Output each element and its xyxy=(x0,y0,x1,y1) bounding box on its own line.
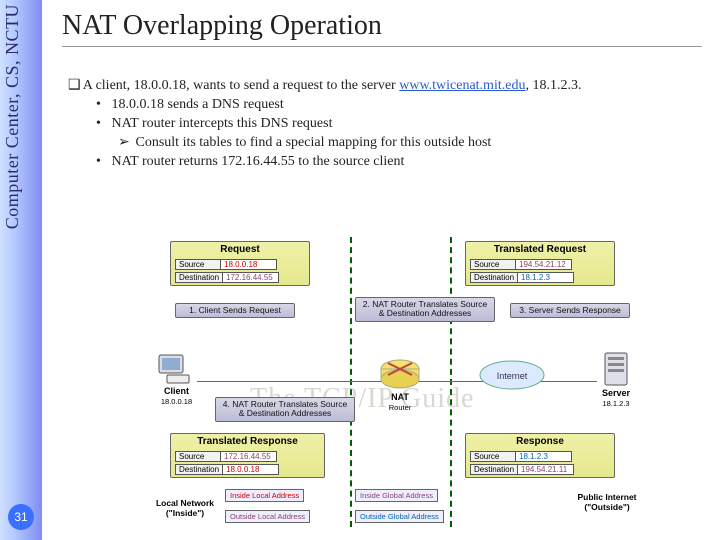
kv-key: Source xyxy=(175,451,221,462)
kv-key: Destination xyxy=(175,272,223,283)
legend-oga: Outside Global Address xyxy=(355,510,444,523)
translated-response-box: Translated Response Source172.16.44.55 D… xyxy=(170,433,325,478)
chevron-bullet-icon: ➢ xyxy=(118,134,132,153)
sidebar-label: Computer Center, CS, NCTU xyxy=(2,4,23,229)
request-box: Request Source18.0.0.18 Destination172.1… xyxy=(170,241,310,286)
client-computer-icon xyxy=(157,353,197,387)
kv-val: 194.54.21.12 xyxy=(516,259,572,270)
bullet-lvl1: ❑ A client, 18.0.0.18, wants to send a r… xyxy=(68,75,702,96)
server-icon xyxy=(601,351,631,389)
response-title: Response xyxy=(466,434,614,449)
bullet-text: 18.0.0.18 sends a DNS request xyxy=(112,97,284,112)
public-internet-label: Public Internet ("Outside") xyxy=(569,493,645,513)
page-number-badge: 31 xyxy=(8,504,34,530)
bullet-text: NAT router returns 172.16.44.55 to the s… xyxy=(112,154,405,169)
kv-val: 172.16.44.55 xyxy=(223,272,279,283)
sidebar: Computer Center, CS, NCTU 31 xyxy=(0,0,42,540)
kv-key: Source xyxy=(175,259,221,270)
bullet-text-post: , 18.1.2.3. xyxy=(525,78,581,93)
kv-val: 18.0.0.18 xyxy=(221,259,277,270)
bullet-lvl2-b: • NAT router intercepts this DNS request xyxy=(96,115,702,134)
local-network-label: Local Network ("Inside") xyxy=(145,499,225,519)
client-label: Client18.0.0.18 xyxy=(149,387,204,407)
svg-text:Internet: Internet xyxy=(497,371,528,381)
kv-val: 18.0.0.18 xyxy=(223,464,279,475)
bullet-lvl2-c: • NAT router returns 172.16.44.55 to the… xyxy=(96,153,702,172)
step-3-label: 3. Server Sends Response xyxy=(510,303,630,318)
step-2-label: 2. NAT Router Translates Source & Destin… xyxy=(355,297,495,322)
internet-cloud-icon: Internet xyxy=(477,357,547,393)
kv-key: Source xyxy=(470,259,516,270)
kv-val: 18.1.2.3 xyxy=(516,451,572,462)
square-bullet-icon: ❑ xyxy=(68,75,80,94)
bullet-text-pre: A client, 18.0.0.18, wants to send a req… xyxy=(83,78,399,93)
translated-request-box: Translated Request Source194.54.21.12 De… xyxy=(465,241,615,286)
request-title: Request xyxy=(171,242,309,257)
slide-content: NAT Overlapping Operation ❑ A client, 18… xyxy=(62,10,702,171)
kv-val: 194.54.21.11 xyxy=(518,464,574,475)
kv-key: Destination xyxy=(175,464,223,475)
divider-right xyxy=(450,237,452,527)
nat-diagram: Request Source18.0.0.18 Destination172.1… xyxy=(155,235,640,535)
dot-bullet-icon: • xyxy=(96,96,108,115)
kv-key: Source xyxy=(470,451,516,462)
slide-title: NAT Overlapping Operation xyxy=(62,10,702,42)
bullet-lvl2-a: • 18.0.0.18 sends a DNS request xyxy=(96,96,702,115)
legend-ila: Inside Local Address xyxy=(225,489,304,502)
legend-iga: Inside Global Address xyxy=(355,489,438,502)
server-link[interactable]: www.twicenat.mit.edu xyxy=(399,78,525,93)
bullet-lvl3-a: ➢ Consult its tables to find a special m… xyxy=(118,134,702,153)
dot-bullet-icon: • xyxy=(96,153,108,172)
kv-val: 18.1.2.3 xyxy=(518,272,574,283)
title-underline xyxy=(62,46,702,47)
step-4-label: 4. NAT Router Translates Source & Destin… xyxy=(215,397,355,422)
translated-request-title: Translated Request xyxy=(466,242,614,257)
kv-key: Destination xyxy=(470,464,518,475)
translated-response-title: Translated Response xyxy=(171,434,324,449)
bullet-list: ❑ A client, 18.0.0.18, wants to send a r… xyxy=(62,75,702,171)
dot-bullet-icon: • xyxy=(96,115,108,134)
legend-ola: Outside Local Address xyxy=(225,510,310,523)
response-box: Response Source18.1.2.3 Destination194.5… xyxy=(465,433,615,478)
bullet-text: NAT router intercepts this DNS request xyxy=(112,116,333,131)
divider-left xyxy=(350,237,352,527)
kv-val: 172.16.44.55 xyxy=(221,451,277,462)
bullet-text: Consult its tables to find a special map… xyxy=(136,135,492,150)
step-1-label: 1. Client Sends Request xyxy=(175,303,295,318)
server-label: Server18.1.2.3 xyxy=(591,389,641,409)
kv-key: Destination xyxy=(470,272,518,283)
